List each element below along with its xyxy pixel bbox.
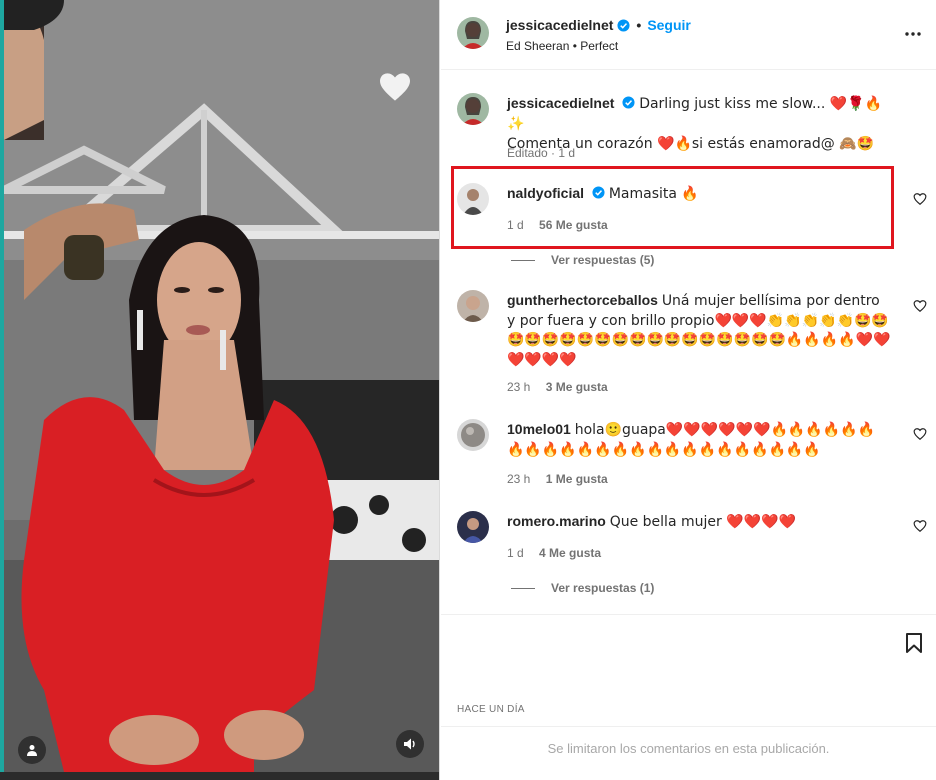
view-replies-label: Ver respuestas (1) [551, 581, 655, 595]
verified-badge-icon [622, 96, 635, 109]
footer-divider [441, 726, 936, 727]
comment-text: 10melo01 hola🙂guapa❤️❤️❤️❤️❤️❤️🔥🔥🔥🔥🔥🔥🔥🔥🔥… [507, 420, 892, 459]
commenter-avatar[interactable] [457, 290, 489, 322]
replies-line [511, 587, 535, 589]
heart-outline-icon[interactable] [913, 427, 927, 441]
more-options-icon[interactable] [903, 26, 923, 42]
caption-username[interactable]: jessicacedielnet [507, 95, 614, 111]
comment-username[interactable]: guntherhectorceballos [507, 292, 658, 308]
comment-username[interactable]: 10melo01 [507, 421, 571, 437]
heart-outline-icon[interactable] [913, 192, 927, 206]
speaker-icon [404, 738, 415, 750]
post-date[interactable]: HACE UN DÍA [457, 704, 525, 715]
comment-text: romero.marino Que bella mujer ❤️❤️❤️❤️ [507, 512, 892, 531]
verified-badge-icon [592, 186, 605, 199]
actions-divider [441, 614, 936, 615]
caption-text: jessicacedielnet Darling just kiss me sl… [507, 94, 892, 154]
user-tag-icon [27, 745, 37, 756]
comment-likes[interactable]: 1 Me gusta [546, 472, 608, 486]
highlight-box [451, 166, 894, 249]
follow-button[interactable]: Seguir [647, 17, 691, 33]
audio-track-link[interactable]: Ed Sheeran • Perfect [506, 39, 618, 53]
heart-outline-icon[interactable] [913, 299, 927, 313]
comment-content: Mamasita 🔥 [608, 186, 699, 202]
comment-time[interactable]: 23 h [507, 472, 530, 486]
verified-badge-icon [617, 18, 630, 32]
author-avatar[interactable] [457, 17, 489, 49]
heart-icon[interactable] [378, 72, 412, 102]
heart-outline-icon[interactable] [913, 519, 927, 533]
comment-text: naldyoficial Mamasita 🔥 [507, 184, 892, 203]
comment-meta: 23 h 3 Me gusta [507, 380, 608, 394]
author-line: jessicacedielnet • Seguir [506, 17, 691, 33]
view-replies-button[interactable]: Ver respuestas (1) [511, 581, 654, 595]
comments-limited-notice: Se limitaron los comentarios en esta pub… [547, 741, 830, 756]
media-bottom-bar [0, 772, 439, 780]
view-replies-button[interactable]: Ver respuestas (5) [511, 253, 654, 267]
comment-time[interactable]: 1 d [507, 546, 524, 560]
comment-likes[interactable]: 4 Me gusta [539, 546, 601, 560]
comment-username[interactable]: naldyoficial [507, 185, 584, 201]
comment-meta: 23 h 1 Me gusta [507, 472, 608, 486]
bookmark-icon[interactable] [903, 632, 925, 654]
comment-content: Que bella mujer ❤️❤️❤️❤️ [609, 514, 796, 530]
comment-username[interactable]: romero.marino [507, 513, 606, 529]
comment-text: guntherhectorceballos Uná mujer bellísim… [507, 291, 892, 369]
commenter-avatar[interactable] [457, 183, 489, 215]
post-media[interactable] [0, 0, 440, 780]
author-username[interactable]: jessicacedielnet [506, 17, 613, 33]
comment-time[interactable]: 1 d [507, 218, 524, 232]
comment-likes[interactable]: 3 Me gusta [546, 380, 608, 394]
commenter-avatar[interactable] [457, 419, 489, 451]
header-separator: • [636, 17, 642, 33]
view-replies-label: Ver respuestas (5) [551, 253, 655, 267]
user-tag-button[interactable] [18, 736, 46, 764]
commenter-avatar[interactable] [457, 511, 489, 543]
audio-toggle-button[interactable] [396, 730, 424, 758]
replies-line [511, 259, 535, 261]
post-header: jessicacedielnet • Seguir Ed Sheeran • P… [441, 0, 936, 70]
comment-likes[interactable]: 56 Me gusta [539, 218, 608, 232]
comment-time[interactable]: 23 h [507, 380, 530, 394]
comment-meta: 1 d 56 Me gusta [507, 218, 608, 232]
caption-author-avatar[interactable] [457, 93, 489, 125]
caption-edited: Editado · 1 d [507, 146, 576, 160]
post-sidebar: jessicacedielnet • Seguir Ed Sheeran • P… [441, 0, 936, 780]
comment-meta: 1 d 4 Me gusta [507, 546, 601, 560]
video-frame [4, 0, 439, 772]
